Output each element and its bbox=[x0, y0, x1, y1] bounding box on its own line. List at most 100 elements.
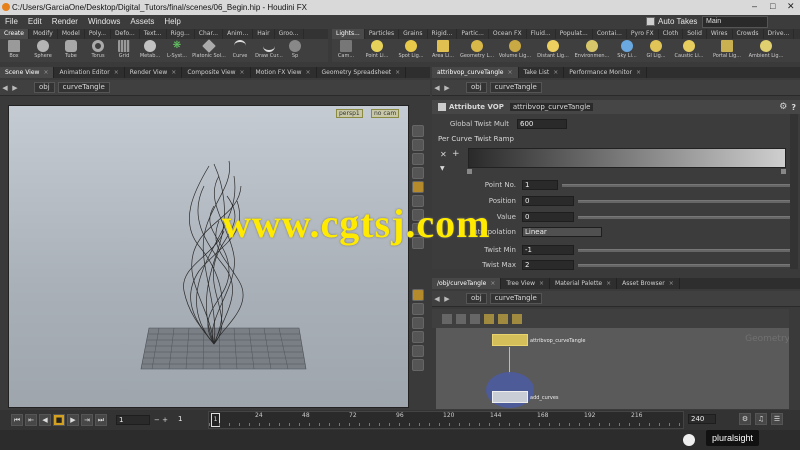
back-arrow-icon[interactable]: ◀ bbox=[0, 84, 10, 92]
tool-grid[interactable]: Grid bbox=[112, 39, 136, 62]
close-icon[interactable]: ✕ bbox=[787, 1, 795, 12]
scale-tool-icon[interactable] bbox=[412, 345, 424, 357]
start-frame-field[interactable]: 1 bbox=[116, 415, 150, 425]
tab-tree-view[interactable]: Tree View × bbox=[501, 278, 551, 289]
tab-scene-view[interactable]: Scene View × bbox=[0, 67, 55, 78]
twist-max-field[interactable]: 2 bbox=[522, 260, 574, 270]
tab-render-view[interactable]: Render View × bbox=[125, 67, 183, 78]
shelf-tab-rigid[interactable]: Rigid... bbox=[428, 29, 458, 39]
play-icon[interactable]: ▶ bbox=[67, 414, 79, 426]
menu-edit[interactable]: Edit bbox=[23, 15, 47, 29]
shelf-tab-poly[interactable]: Poly... bbox=[85, 29, 112, 39]
shelf-tab-particle-fluids[interactable]: Partic... bbox=[457, 29, 489, 39]
close-tab-icon[interactable]: × bbox=[636, 69, 641, 76]
maximize-icon[interactable]: □ bbox=[770, 1, 775, 11]
shelf-tab-hair[interactable]: Hair bbox=[253, 29, 275, 39]
menu-render[interactable]: Render bbox=[47, 15, 83, 29]
move-tool-icon[interactable] bbox=[412, 317, 424, 329]
current-frame-field[interactable]: 1 bbox=[176, 415, 196, 425]
node-name-field[interactable]: attribvop_curveTangle bbox=[509, 103, 594, 111]
color-palette-icon[interactable] bbox=[512, 313, 522, 324]
shelf-tab-particles[interactable]: Particles bbox=[365, 29, 400, 39]
shelf-tab-modify[interactable]: Modify bbox=[29, 29, 58, 39]
shelf-tab-grains[interactable]: Grains bbox=[399, 29, 428, 39]
step-back-icon[interactable]: ⇤ bbox=[25, 414, 37, 426]
scene-viewport[interactable]: persp1 no cam bbox=[8, 105, 409, 408]
close-tab-icon[interactable]: × bbox=[669, 280, 674, 287]
shelf-tab-animation[interactable]: Anim... bbox=[223, 29, 254, 39]
menu-windows[interactable]: Windows bbox=[83, 15, 125, 29]
pose-tool-icon[interactable] bbox=[412, 289, 424, 301]
key-icon[interactable]: ⚙ bbox=[739, 413, 751, 425]
tool-caustic-light[interactable]: Caustic Li... bbox=[670, 39, 708, 62]
node-add-curves[interactable] bbox=[492, 391, 528, 403]
delete-key-icon[interactable]: ✕ bbox=[440, 150, 447, 159]
tab-geometry-spreadsheet[interactable]: Geometry Spreadsheet × bbox=[317, 67, 407, 78]
path-curvetangle[interactable]: curveTangle bbox=[57, 82, 110, 93]
tool-volume-light[interactable]: Volume Lig... bbox=[496, 39, 534, 62]
select-tool-icon[interactable] bbox=[412, 303, 424, 315]
tool-point-light[interactable]: Point Li... bbox=[360, 39, 394, 62]
shelf-tab-model[interactable]: Model bbox=[58, 29, 85, 39]
end-frame-field[interactable]: 240 bbox=[688, 414, 716, 424]
shelf-tab-ocean-fx[interactable]: Ocean FX bbox=[489, 29, 527, 39]
tool-lsystem[interactable]: ❋ L-Syst... bbox=[164, 39, 190, 62]
tool-tube[interactable]: Tube bbox=[58, 39, 84, 62]
global-animation-options-icon[interactable]: ☰ bbox=[771, 413, 783, 425]
auto-takes-toggle[interactable]: Auto Takes bbox=[646, 17, 697, 26]
back-arrow-icon[interactable]: ◀ bbox=[432, 84, 442, 92]
tool-gi-light[interactable]: GI Lig... bbox=[642, 39, 670, 62]
tool-platonic-solids[interactable]: Platonic Sol... bbox=[190, 39, 228, 62]
handle-tool-icon[interactable] bbox=[412, 359, 424, 371]
path-obj[interactable]: obj bbox=[466, 82, 487, 93]
shelf-tab-cloth[interactable]: Cloth bbox=[659, 29, 684, 39]
shelf-tab-populate[interactable]: Populat... bbox=[556, 29, 593, 39]
position-field[interactable]: 0 bbox=[522, 196, 574, 206]
close-tab-icon[interactable]: × bbox=[507, 69, 512, 76]
shelf-tab-lights[interactable]: Lights... bbox=[332, 29, 365, 39]
tool-geometry-light[interactable]: Geometry L... bbox=[458, 39, 496, 62]
light-tool-icon[interactable] bbox=[412, 167, 424, 179]
twist-min-field[interactable]: -1 bbox=[522, 245, 574, 255]
tool-area-light[interactable]: Area Li... bbox=[428, 39, 458, 62]
tool-draw-curve[interactable]: Draw Cur... bbox=[252, 39, 286, 62]
menu-file[interactable]: File bbox=[0, 15, 23, 29]
jump-start-icon[interactable]: ⏮ bbox=[11, 414, 23, 426]
close-tab-icon[interactable]: × bbox=[43, 69, 48, 76]
ramp-key-end[interactable] bbox=[781, 169, 786, 174]
back-arrow-icon[interactable]: ◀ bbox=[432, 295, 442, 303]
interpolation-select[interactable]: Linear bbox=[522, 227, 602, 237]
shelf-tab-wires[interactable]: Wires bbox=[707, 29, 733, 39]
auto-takes-checkbox[interactable] bbox=[646, 17, 655, 26]
twist-max-slider[interactable] bbox=[578, 263, 792, 267]
tool-sphere[interactable]: Sphere bbox=[28, 39, 58, 62]
tool-ambient-light[interactable]: Ambient Lig... bbox=[746, 39, 786, 62]
tab-composite-view[interactable]: Composite View × bbox=[182, 67, 251, 78]
frame-step-icon[interactable]: − + bbox=[154, 416, 168, 424]
point-no-slider[interactable] bbox=[562, 183, 792, 187]
tool-torus[interactable]: Torus bbox=[84, 39, 112, 62]
ramp-key-start[interactable] bbox=[467, 169, 472, 174]
close-tab-icon[interactable]: × bbox=[395, 69, 400, 76]
point-no-field[interactable]: 1 bbox=[522, 180, 558, 190]
snap-tool-icon[interactable] bbox=[412, 181, 424, 193]
shelf-tab-solid[interactable]: Solid bbox=[683, 29, 707, 39]
tool-sky-light[interactable]: Sky Li... bbox=[612, 39, 642, 62]
menu-assets[interactable]: Assets bbox=[125, 15, 159, 29]
tab-asset-browser[interactable]: Asset Browser × bbox=[617, 278, 680, 289]
shelf-tab-container[interactable]: Contai... bbox=[593, 29, 627, 39]
shelf-tab-grooming[interactable]: Groo... bbox=[275, 29, 304, 39]
add-key-icon[interactable]: + bbox=[452, 149, 460, 159]
eye-icon[interactable] bbox=[412, 139, 424, 151]
tool-environment-light[interactable]: Environmen... bbox=[572, 39, 612, 62]
twist-min-slider[interactable] bbox=[578, 248, 792, 252]
close-tab-icon[interactable]: × bbox=[606, 280, 611, 287]
camera-tool-icon[interactable] bbox=[412, 153, 424, 165]
twist-ramp[interactable] bbox=[468, 148, 786, 168]
tab-performance-monitor[interactable]: Performance Monitor × bbox=[564, 67, 648, 78]
close-tab-icon[interactable]: × bbox=[490, 280, 495, 287]
shelf-tab-crowds[interactable]: Crowds bbox=[733, 29, 764, 39]
shelf-tab-texture[interactable]: Text... bbox=[140, 29, 167, 39]
tool-metaball[interactable]: Metab... bbox=[136, 39, 164, 62]
close-tab-icon[interactable]: × bbox=[306, 69, 311, 76]
